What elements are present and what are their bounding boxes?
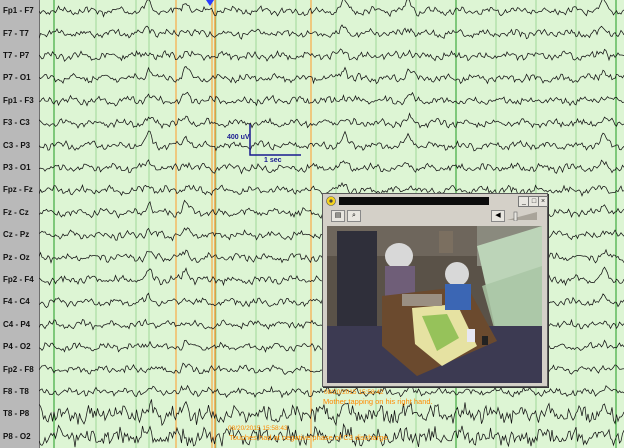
time-cursor-icon[interactable] — [206, 0, 214, 6]
channel-label: C3 - P3 — [3, 140, 31, 150]
channel-label: Pz - Oz — [3, 252, 30, 262]
video-window-title — [339, 197, 489, 205]
video-frame — [327, 226, 542, 383]
annotation-text: Touches had at negative phase of C3 disc… — [229, 433, 390, 442]
close-icon[interactable]: × — [538, 196, 548, 207]
channel-label: Fp2 - F4 — [3, 275, 34, 284]
channel-label: F7 - T7 — [3, 28, 29, 38]
montage-channel-panel: Fp1 - F7 F7 - T7 T7 - P7 P7 - O1 Fp1 - F3 F3 … — [0, 0, 40, 448]
channel-label: T7 - P7 — [3, 51, 30, 60]
channel-label: Cz - Pz — [3, 230, 30, 240]
channel-label: P8 - O2 — [3, 431, 31, 441]
channel-label: C4 - P4 — [3, 319, 31, 329]
channel-label: P7 - O1 — [3, 73, 31, 83]
speaker-icon[interactable]: ◀ — [491, 210, 505, 222]
channel-label: F8 - T8 — [3, 387, 29, 396]
video-annotation: Mother tapping on his right hand. — [323, 397, 433, 406]
zoom-icon[interactable]: ⌕ — [347, 210, 361, 222]
channel-label: P4 - O2 — [3, 342, 31, 352]
annotation-timestamp: 08/20/2015 15:58:43 — [228, 425, 288, 432]
channel-label: Fp1 - F3 — [3, 95, 34, 105]
video-app-icon — [326, 196, 336, 206]
video-scene — [327, 226, 542, 383]
channel-label: Fpz - Fz — [3, 185, 33, 195]
channel-label: Fz - Cz — [3, 207, 29, 217]
film-icon[interactable]: ▤ — [331, 210, 345, 222]
video-window[interactable]: _ □ × ▤ ⌕ ◀ — [322, 193, 548, 387]
video-toolbar: ▤ ⌕ ◀ — [323, 208, 547, 222]
calibration-marker — [249, 124, 301, 156]
eeg-viewer: Fp1 - F7 F7 - T7 T7 - P7 P7 - O1 Fp1 - F3 F3 … — [0, 0, 624, 448]
calibration-time-label: 1 sec — [264, 157, 282, 164]
channel-label: T8 - P8 — [3, 409, 30, 419]
channel-label: F3 - C3 — [3, 118, 30, 128]
video-timestamp: 08/20/2015 15:58:42 — [324, 389, 384, 396]
video-window-titlebar[interactable]: _ □ × — [323, 194, 548, 208]
calibration-amplitude-label: 400 uV — [227, 134, 250, 141]
channel-label: Fp1 - F7 — [3, 6, 34, 16]
volume-slider[interactable] — [507, 211, 541, 221]
channel-label: P3 - O1 — [3, 163, 31, 172]
channel-label: F4 - C4 — [3, 297, 30, 307]
channel-label: Fp2 - F8 — [3, 364, 34, 374]
